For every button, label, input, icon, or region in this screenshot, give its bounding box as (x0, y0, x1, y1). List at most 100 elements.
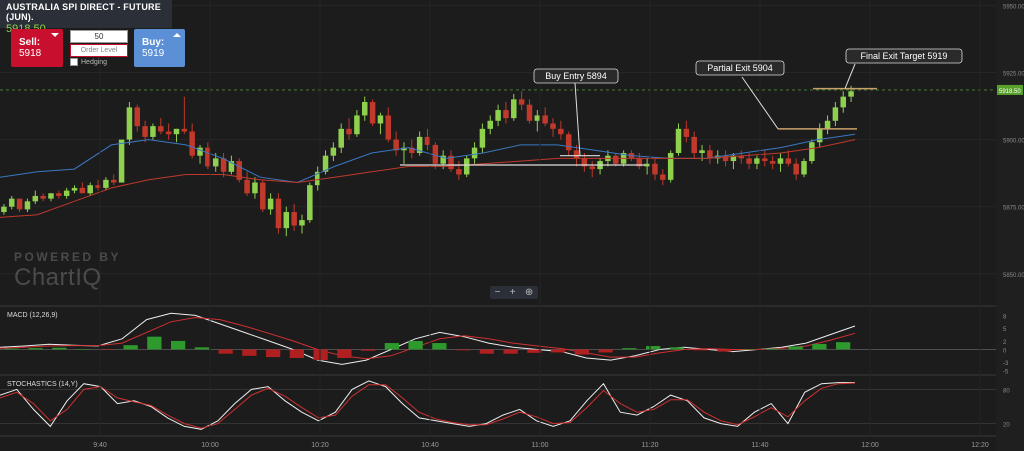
price-tick-label: 5950.00 (1003, 4, 1024, 10)
candle-body (762, 158, 768, 162)
macd-histogram-bar (598, 349, 613, 353)
stoch-tick-label: 80 (1003, 388, 1010, 394)
candle-body (79, 187, 86, 194)
buy-button[interactable]: Buy: 5919 (134, 29, 185, 67)
price-tick-label: 5900.00 (1003, 139, 1024, 145)
candle-body (260, 182, 266, 210)
candle-body (691, 136, 697, 153)
candle-body (769, 161, 776, 164)
candle-body (181, 128, 188, 132)
candle-body (660, 174, 666, 180)
candle-body (377, 115, 384, 124)
price-tick-label: 5850.00 (1003, 273, 1024, 279)
symbol-header: AUSTRALIA SPI DIRECT - FUTURE (JUN). 591… (0, 0, 172, 35)
zoom-in-icon[interactable]: + (510, 287, 516, 298)
partial-exit-label: Partial Exit 5904 (707, 63, 773, 73)
candle-body (848, 91, 854, 97)
macd-histogram-bar (171, 340, 186, 350)
candle-body (558, 128, 564, 135)
candle-body (173, 128, 180, 135)
macd-histogram-bar (456, 349, 471, 351)
macd-histogram-bar (384, 343, 399, 350)
candle-body (518, 99, 525, 105)
chartiq-watermark: POWERED BY ChartIQ (14, 250, 121, 292)
candle-body (32, 195, 39, 202)
candle-body (1, 206, 7, 213)
macd-histogram-bar (479, 349, 494, 354)
candle-body (683, 128, 690, 137)
zoom-out-icon[interactable]: − (495, 287, 501, 298)
candle-body (354, 115, 360, 135)
candle-body (487, 120, 493, 129)
time-tick-label: 10:40 (421, 442, 439, 449)
candle-body (801, 161, 807, 175)
zoom-reset-icon[interactable]: ⊕ (525, 287, 533, 298)
candle-body (589, 166, 595, 170)
macd-histogram-bar (764, 348, 779, 350)
watermark-logo: ChartIQ (14, 264, 102, 291)
time-tick-label: 12:20 (971, 442, 989, 449)
candle-body (346, 128, 352, 135)
sell-button[interactable]: Sell: 5918 (11, 29, 63, 67)
order-level-input[interactable]: Order Level (70, 44, 128, 57)
candle-body (283, 212, 290, 229)
sell-price: 5918 (19, 48, 42, 59)
hedging-toggle[interactable]: Hedging (70, 58, 107, 66)
hedging-checkbox[interactable] (70, 58, 78, 66)
macd-histogram-bar (123, 345, 138, 350)
macd-histogram-bar (313, 349, 328, 361)
macd-histogram-bar (52, 347, 67, 350)
candle-body (565, 134, 572, 151)
candle-body (785, 158, 792, 164)
macd-histogram-bar (76, 349, 91, 350)
macd-histogram-bar (242, 349, 257, 356)
candle-body (126, 107, 133, 140)
candle-body (244, 179, 250, 194)
time-tick-label: 9:40 (93, 442, 107, 449)
macd-histogram-bar (361, 349, 376, 351)
candle-body (613, 155, 619, 164)
candle-body (267, 198, 274, 210)
watermark-powered-by: POWERED BY (14, 250, 122, 264)
macd-histogram-bar (717, 349, 732, 352)
buy-entry-label: Buy Entry 5894 (545, 71, 607, 81)
macd-histogram-bar (218, 349, 233, 354)
candle-body (87, 185, 93, 194)
candle-body (220, 158, 227, 172)
quantity-input[interactable]: 50 (70, 30, 128, 43)
stochastics-title: STOCHASTICS (14,Y) (7, 381, 78, 388)
macd-histogram-bar (194, 347, 209, 350)
candle-body (644, 163, 650, 167)
hedging-label: Hedging (81, 58, 108, 66)
zoom-controls: − + ⊕ (490, 286, 538, 299)
candle-body (667, 153, 674, 180)
candle-body (832, 107, 839, 121)
candle-body (793, 163, 799, 175)
macd-histogram-bar (432, 343, 447, 350)
candle-body (307, 185, 313, 221)
chevron-down-icon[interactable] (51, 33, 59, 37)
candle-body (809, 142, 815, 162)
candle-body (542, 115, 548, 124)
macd-histogram-bar (28, 348, 43, 350)
candle-body (463, 158, 470, 175)
candle-body (369, 102, 376, 124)
chart-canvas: 5850.00 5875.00 5900.00 5925.00 5950.00 5918.… (0, 0, 1024, 451)
macd-histogram-bar (646, 346, 661, 350)
chevron-up-icon[interactable] (173, 33, 181, 37)
candle-body (24, 201, 31, 210)
time-tick-label: 12:00 (861, 442, 879, 449)
candle-body (291, 212, 297, 226)
time-tick-label: 10:20 (311, 442, 329, 449)
candle-body (110, 179, 117, 183)
macd-histogram-bar (503, 349, 518, 354)
candle-body (212, 158, 219, 167)
candle-body (63, 190, 70, 196)
candle-body (495, 110, 501, 121)
macd-histogram-bar (693, 349, 708, 351)
macd-histogram-bar (527, 349, 542, 353)
candle-body (699, 150, 705, 153)
buy-label: Buy: (142, 37, 165, 48)
macd-histogram-bar (408, 340, 423, 350)
macd-histogram-bar (266, 349, 281, 358)
